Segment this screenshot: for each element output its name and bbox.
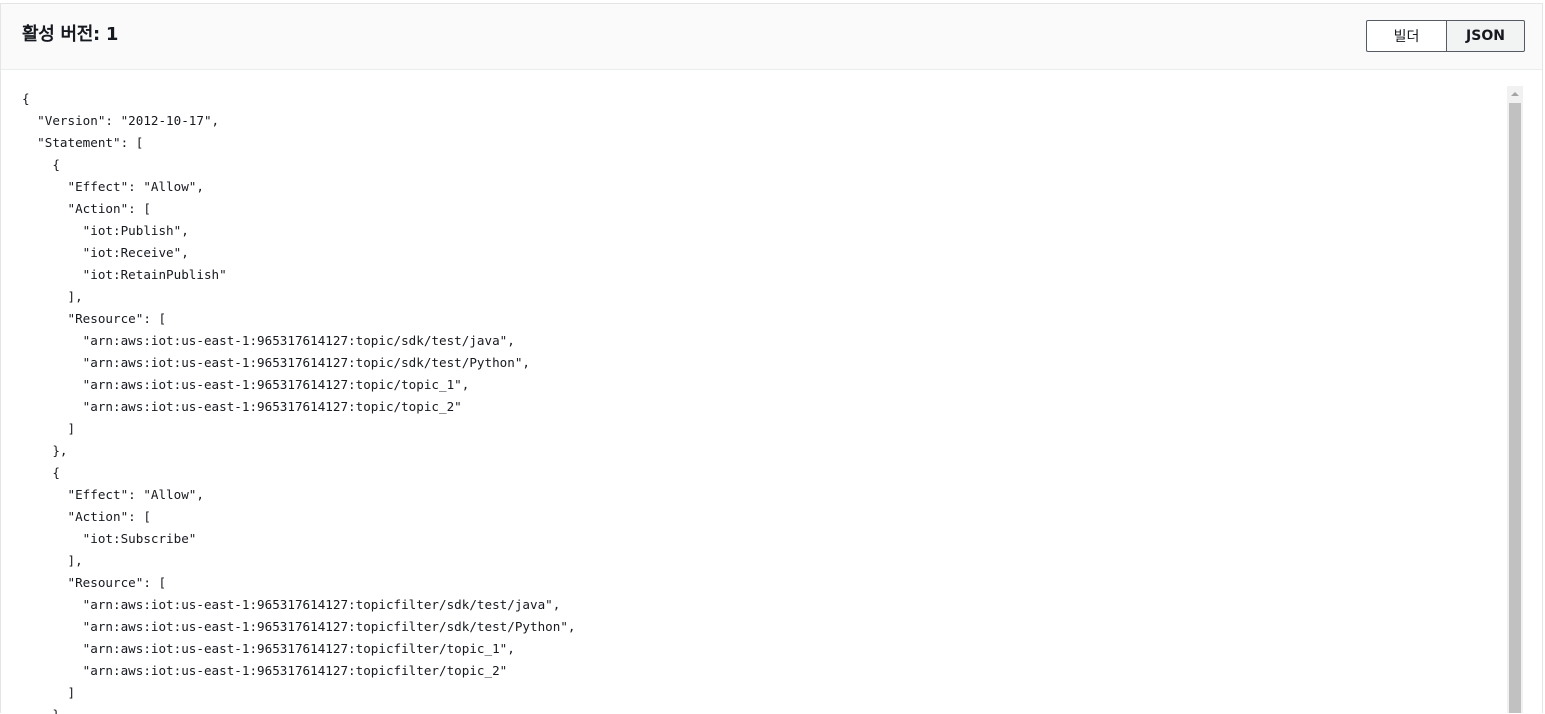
code-line: "Action": [ — [22, 509, 151, 524]
panel-header: 활성 버전: 1 빌더 JSON — [1, 4, 1542, 70]
code-line: "arn:aws:iot:us-east-1:965317614127:topi… — [22, 355, 530, 370]
code-line: "arn:aws:iot:us-east-1:965317614127:topi… — [22, 663, 508, 678]
code-line: { — [22, 157, 60, 172]
code-line: "iot:Receive", — [22, 245, 189, 260]
view-mode-toggle: 빌더 JSON — [1366, 20, 1525, 52]
code-line: "arn:aws:iot:us-east-1:965317614127:topi… — [22, 619, 576, 634]
code-line: ], — [22, 289, 83, 304]
code-line: "iot:Publish", — [22, 223, 189, 238]
scroll-up-arrow-icon[interactable] — [1507, 86, 1523, 102]
code-line: ], — [22, 553, 83, 568]
json-code: { "Version": "2012-10-17", "Statement": … — [22, 88, 576, 714]
code-line: "Version": "2012-10-17", — [22, 113, 220, 128]
code-line: "iot:RetainPublish" — [22, 267, 227, 282]
code-line: "Resource": [ — [22, 575, 167, 590]
code-line: "arn:aws:iot:us-east-1:965317614127:topi… — [22, 641, 515, 656]
code-line: ] — [22, 421, 76, 436]
code-line: "Resource": [ — [22, 311, 167, 326]
code-line: "Statement": [ — [22, 135, 144, 150]
json-view-button[interactable]: JSON — [1446, 20, 1525, 52]
active-version-title: 활성 버전: 1 — [22, 24, 119, 45]
code-line: }, — [22, 443, 68, 458]
json-editor[interactable]: { "Version": "2012-10-17", "Statement": … — [1, 70, 1506, 714]
code-line: { — [22, 91, 30, 106]
code-line: "iot:Subscribe" — [22, 531, 197, 546]
policy-document-panel: 활성 버전: 1 빌더 JSON { "Version": "2012-10-1… — [0, 3, 1543, 714]
code-line: "Effect": "Allow", — [22, 179, 204, 194]
code-line: "arn:aws:iot:us-east-1:965317614127:topi… — [22, 399, 462, 414]
scroll-thumb[interactable] — [1509, 103, 1521, 713]
editor-scrollbar[interactable] — [1507, 86, 1523, 713]
builder-view-button[interactable]: 빌더 — [1366, 20, 1446, 52]
code-line: { — [22, 465, 60, 480]
code-line: ] — [22, 685, 76, 700]
code-line: "arn:aws:iot:us-east-1:965317614127:topi… — [22, 597, 561, 612]
code-line: "arn:aws:iot:us-east-1:965317614127:topi… — [22, 333, 515, 348]
code-line: "arn:aws:iot:us-east-1:965317614127:topi… — [22, 377, 470, 392]
code-line: "Effect": "Allow", — [22, 487, 204, 502]
code-line: "Action": [ — [22, 201, 151, 216]
